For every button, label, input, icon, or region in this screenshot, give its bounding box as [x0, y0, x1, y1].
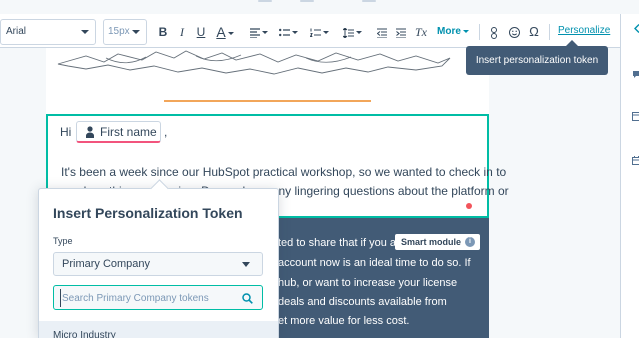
clear-format-button[interactable]: Tx: [414, 22, 428, 42]
module-line: ted to share that if you a: [278, 237, 397, 249]
module-line: hub, or want to increase your license: [278, 277, 458, 289]
divider-rule: [164, 100, 371, 102]
list-item[interactable]: Micro Industry: [53, 330, 116, 338]
toolbar-divider: [549, 24, 550, 40]
align-left-icon: [250, 28, 260, 39]
emoji-icon: [508, 27, 520, 39]
calendar-icon[interactable]: [632, 156, 639, 165]
token-search-input[interactable]: [60, 289, 235, 307]
bold-button[interactable]: B: [157, 22, 169, 42]
token-list: Micro Industry: [39, 321, 278, 338]
module-line: deals and discounts available from: [278, 296, 447, 308]
chevron-down-icon: [355, 31, 362, 35]
omega-icon: Ω: [529, 24, 539, 39]
collapse-chevron-icon[interactable]: [632, 24, 639, 33]
person-icon: [86, 126, 94, 138]
italic-button[interactable]: I: [176, 22, 188, 42]
tab-nub: [362, 0, 376, 2]
top-strip: [0, 0, 639, 14]
tab-nub: [300, 0, 314, 2]
personalize-button[interactable]: Personalize: [558, 24, 610, 38]
font-size-select[interactable]: 15px: [103, 19, 147, 45]
type-select-value: Primary Company: [62, 258, 151, 270]
personalization-token-chip[interactable]: First name: [76, 121, 161, 143]
popover-title: Insert Personalization Token: [53, 205, 243, 221]
chevron-down-icon: [132, 30, 140, 34]
chevron-down-icon: [81, 30, 89, 34]
search-icon: [242, 293, 253, 304]
line-height-icon: [342, 27, 354, 39]
greeting-text: Hi: [60, 125, 72, 139]
greeting-comma: ,: [164, 125, 168, 139]
underline-button[interactable]: U: [195, 22, 207, 42]
align-button[interactable]: [248, 22, 270, 42]
numbered-list-button[interactable]: [307, 22, 331, 42]
smart-module-badge[interactable]: Smart module i: [395, 234, 480, 250]
tab-nub: [258, 0, 272, 2]
module-line: et more value for less cost.: [278, 315, 410, 327]
personalization-popover: Insert Personalization Token Type Primar…: [38, 188, 279, 338]
right-sidebar-rail: [620, 14, 639, 338]
chevron-down-icon: [322, 31, 329, 35]
outdent-icon: [376, 28, 387, 39]
paragraph-line: It's been a week since our HubSpot pract…: [61, 165, 507, 179]
module-line: account now is an ideal time to do so. I…: [278, 257, 471, 269]
chevron-down-icon: [462, 29, 469, 33]
chevron-down-icon: [242, 262, 250, 267]
signature-image: [57, 50, 451, 75]
special-character-button[interactable]: Ω: [527, 22, 541, 42]
text-color-icon: A: [216, 24, 226, 40]
token-label: First name: [100, 125, 157, 139]
more-button[interactable]: More: [433, 22, 473, 42]
more-label: More: [437, 26, 461, 37]
link-button[interactable]: [488, 22, 500, 42]
preview-icon[interactable]: [632, 112, 639, 121]
font-family-value: Arial: [6, 26, 27, 37]
bullet-list-button[interactable]: [276, 22, 300, 42]
chevron-down-icon: [227, 32, 234, 36]
rich-text-toolbar: Arial 15px B I U A Tx More Ω Personalize: [0, 14, 620, 48]
link-icon: [491, 26, 497, 39]
error-indicator-dot: [466, 203, 472, 209]
chevron-down-icon: [291, 31, 298, 35]
font-family-select[interactable]: Arial: [0, 19, 96, 45]
line-height-button[interactable]: [340, 22, 364, 42]
outdent-button[interactable]: [376, 22, 388, 42]
info-icon[interactable]: i: [465, 237, 475, 247]
bullet-list-icon: [278, 28, 290, 37]
type-select[interactable]: Primary Company: [53, 252, 263, 276]
chevron-down-icon: [262, 31, 268, 35]
indent-icon: [396, 28, 406, 39]
emoji-button[interactable]: [507, 22, 521, 42]
smart-module-label: Smart module: [401, 237, 462, 247]
personalize-tooltip: Insert personalization token: [466, 40, 608, 75]
numbered-list-icon: [309, 28, 321, 37]
token-search-field[interactable]: [53, 285, 263, 310]
toolbar-divider: [479, 24, 480, 40]
type-label: Type: [53, 236, 73, 246]
font-size-value: 15px: [108, 26, 130, 37]
comment-icon[interactable]: [632, 70, 639, 79]
indent-button[interactable]: [395, 22, 407, 42]
text-color-button[interactable]: A: [211, 22, 239, 42]
